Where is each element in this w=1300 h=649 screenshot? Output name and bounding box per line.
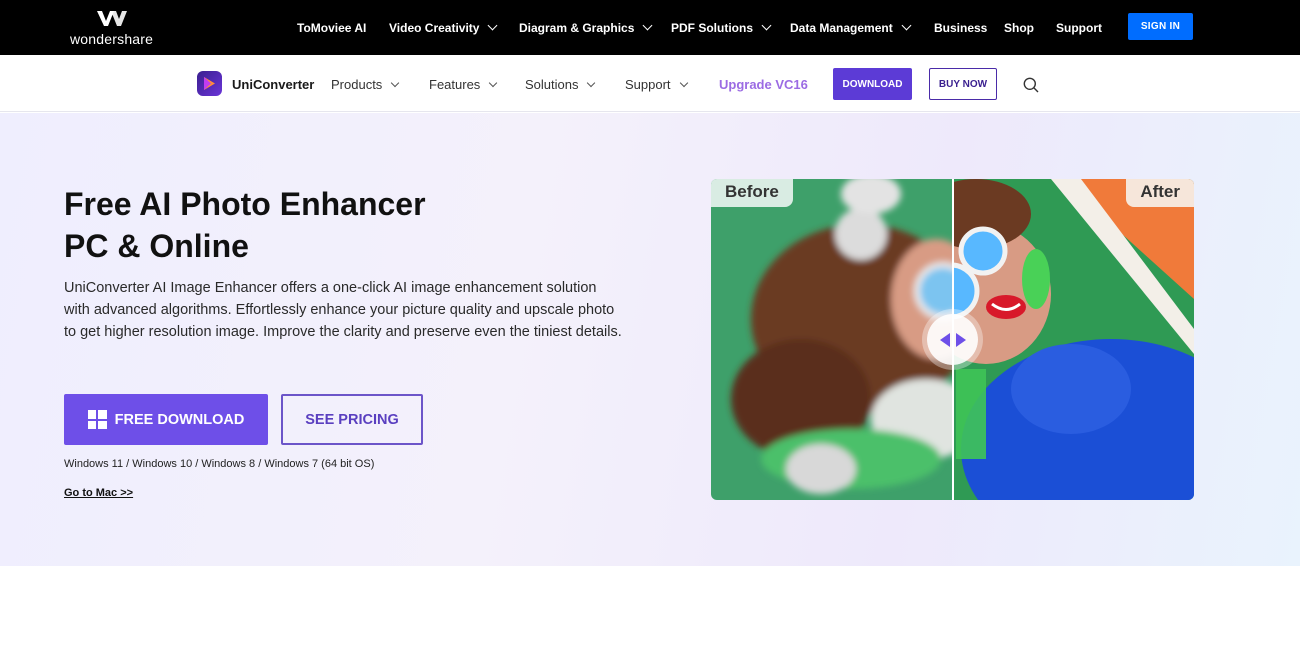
top-nav-label: Shop [1004,20,1034,35]
top-nav-tomoviee[interactable]: ToMoviee AI [297,0,366,55]
chevron-down-icon [489,78,498,87]
top-nav-video-creativity[interactable]: Video Creativity [389,0,498,55]
top-nav-label: PDF Solutions [671,20,753,35]
chevron-down-icon [761,20,772,31]
top-nav-support[interactable]: Support [1056,0,1102,55]
hero-description: UniConverter AI Image Enhancer offers a … [64,280,622,340]
top-nav-pdf-solutions[interactable]: PDF Solutions [671,0,772,55]
subnav-solutions[interactable]: Solutions [525,77,596,92]
page-title: Free AI Photo Enhancer PC & Online [64,183,426,267]
left-right-arrows-icon [939,332,966,347]
chevron-down-icon [488,20,498,31]
subnav-label: Solutions [525,77,579,92]
windows-icon [87,410,107,429]
subnav-label: Products [331,77,383,92]
top-nav-label: Diagram & Graphics [519,20,635,35]
free-download-label: FREE DOWNLOAD [114,411,245,428]
subnav-label: Support [625,77,671,92]
search-icon[interactable] [1023,77,1039,93]
title-line-2: PC & Online [64,228,249,264]
top-nav-shop[interactable]: Shop [1004,0,1034,55]
top-nav-label: Data Management [790,20,893,35]
uniconverter-logo-icon[interactable] [197,71,222,96]
wondershare-logo[interactable]: wondershare [70,9,160,47]
chevron-down-icon [391,78,400,87]
see-pricing-button[interactable]: SEE PRICING [281,394,423,445]
after-label: After [1126,179,1194,207]
go-to-mac-link[interactable]: Go to Mac >> [64,487,133,499]
buy-now-button[interactable]: BUY NOW [929,68,997,100]
chevron-down-icon [587,78,596,87]
top-nav-label: Business [934,20,988,35]
free-download-button[interactable]: FREE DOWNLOAD [64,394,268,445]
before-label: Before [711,179,793,207]
top-nav-label: ToMoviee AI [297,20,367,35]
top-nav-data-management[interactable]: Data Management [790,0,912,55]
sign-in-button[interactable]: SIGN IN [1128,13,1193,40]
product-name[interactable]: UniConverter [232,77,314,92]
chevron-down-icon [642,20,653,31]
top-nav-label: Support [1056,20,1102,35]
os-compatibility-note: Windows 11 / Windows 10 / Windows 8 / Wi… [64,458,375,470]
title-line-1: Free AI Photo Enhancer [64,186,426,222]
chevron-down-icon [901,20,912,31]
top-nav-business[interactable]: Business [934,0,987,55]
wondershare-wordmark: wondershare [70,31,154,47]
top-nav-diagram-graphics[interactable]: Diagram & Graphics [519,0,653,55]
global-header: wondershare ToMoviee AI Video Creativity… [0,0,1300,55]
download-button[interactable]: DOWNLOAD [833,68,912,100]
subnav-label: Features [429,77,481,92]
chevron-down-icon [679,78,688,87]
wondershare-logo-icon [97,11,127,26]
subnav-products[interactable]: Products [331,77,400,92]
hero-section: Free AI Photo Enhancer PC & Online UniCo… [0,113,1300,566]
upgrade-link[interactable]: Upgrade VC16 [719,77,808,92]
comparison-slider-handle[interactable] [927,314,978,365]
subnav-features[interactable]: Features [429,77,498,92]
subnav-support[interactable]: Support [625,77,688,92]
top-nav-label: Video Creativity [389,20,480,35]
play-icon [204,77,215,90]
before-after-comparison[interactable]: Before After [711,179,1194,500]
product-nav: UniConverter Products Features Solutions… [0,55,1300,112]
